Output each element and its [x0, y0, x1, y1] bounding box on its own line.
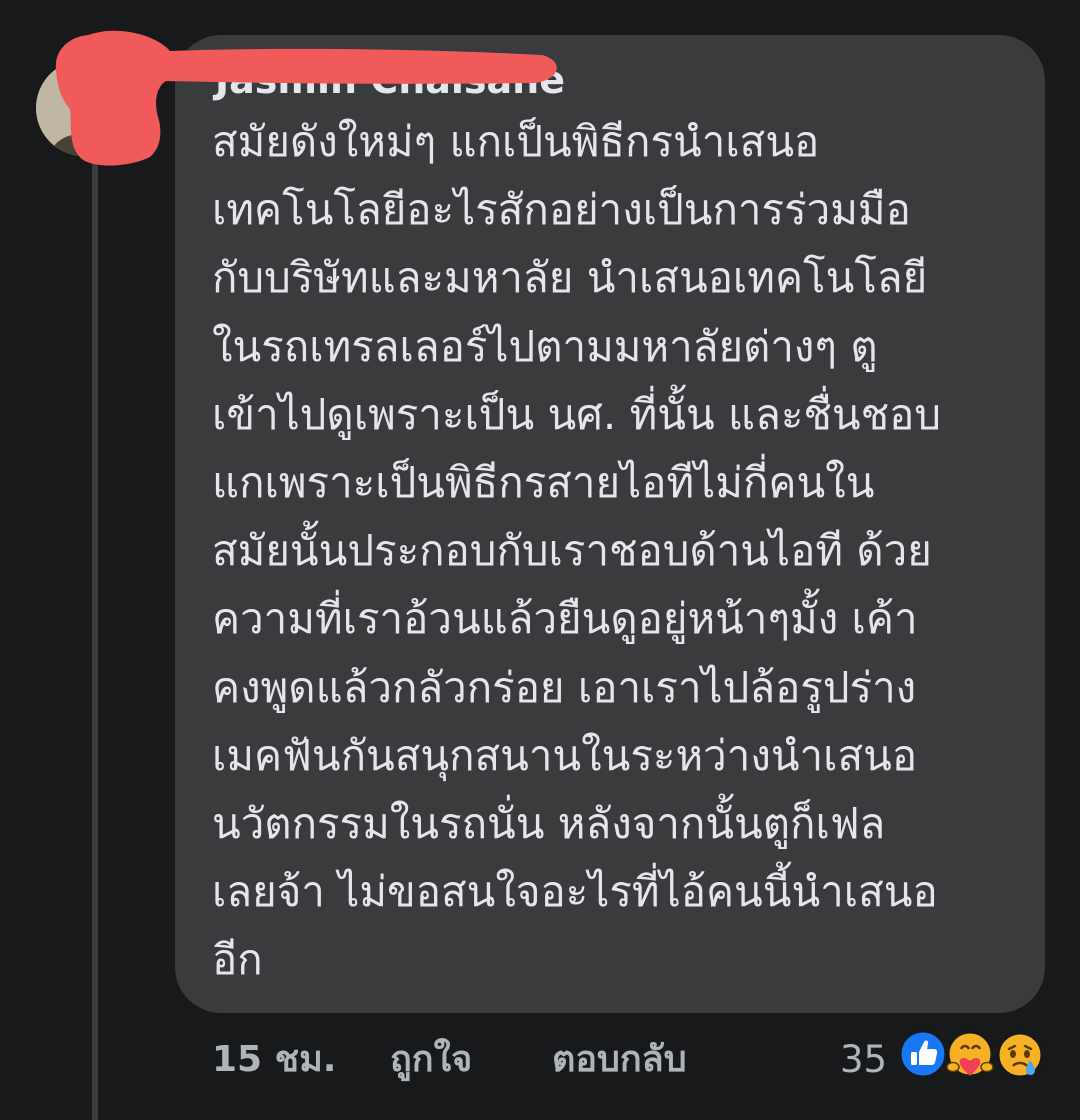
comment-text-line: นวัตกรรมในรถนั่น หลังจากนั้นตูก็เฟล: [212, 799, 886, 849]
comment-text-line: คงพูดแล้วกลัวกร่อย เอาเราไปล้อรูปร่าง: [212, 662, 917, 712]
avatar[interactable]: [36, 60, 132, 156]
like-button[interactable]: ถูกใจ: [390, 1030, 472, 1090]
comment-text-line: กับบริษัทและมหาลัย นำเสนอเทคโนโลยี: [212, 253, 928, 303]
comment-timestamp[interactable]: 15 ชม.: [212, 1030, 336, 1090]
comment-text-line: แกเพราะเป็นพิธีกรสายไอทีไม่กี่คนใน: [212, 458, 875, 508]
comment-text-line: เลยจ้า ไม่ขอสนใจอะไรที่ไอ้คนนี้นำเสนอ: [212, 867, 938, 917]
comment-text-line: เข้าไปดูเพราะเป็น นศ. ที่นั้น และชื่นชอบ: [212, 389, 942, 439]
avatar-image: [36, 60, 132, 156]
reply-button[interactable]: ตอบกลับ: [552, 1030, 687, 1090]
comment-author-name[interactable]: Jasmin Chaisane: [215, 58, 565, 102]
comment-text-line: ความที่เราอ้วนแล้วยืนดูอยู่หน้าๆมั้ง เค้…: [212, 594, 918, 644]
comment-text-line: เมคฟันกันสนุกสนานในระหว่างนำเสนอ: [212, 730, 918, 780]
comment-text-line: สมัยนั้นประกอบกับเราชอบด้านไอที ด้วย: [212, 526, 932, 576]
care-icon: [946, 1030, 994, 1078]
thread-line: [92, 150, 98, 1120]
like-icon: [898, 1029, 948, 1079]
reaction-count[interactable]: 35: [840, 1030, 887, 1090]
comment-text-line: อีก: [212, 935, 263, 985]
sad-icon: [996, 1031, 1044, 1079]
comment-text-line: เทคโนโลยีอะไรสักอย่างเป็นการร่วมมือ: [212, 185, 911, 235]
reaction-icons[interactable]: [898, 1029, 1050, 1083]
comment-text-line: ในรถเทรลเลอร์ไปตามมหาลัยต่างๆ ตู: [212, 321, 878, 371]
comment-text: สมัยดังใหม่ๆ แกเป็นพิธีกรนำเสนอเทคโนโลยี…: [212, 108, 1022, 995]
comment-text-line: สมัยดังใหม่ๆ แกเป็นพิธีกรนำเสนอ: [212, 117, 820, 166]
